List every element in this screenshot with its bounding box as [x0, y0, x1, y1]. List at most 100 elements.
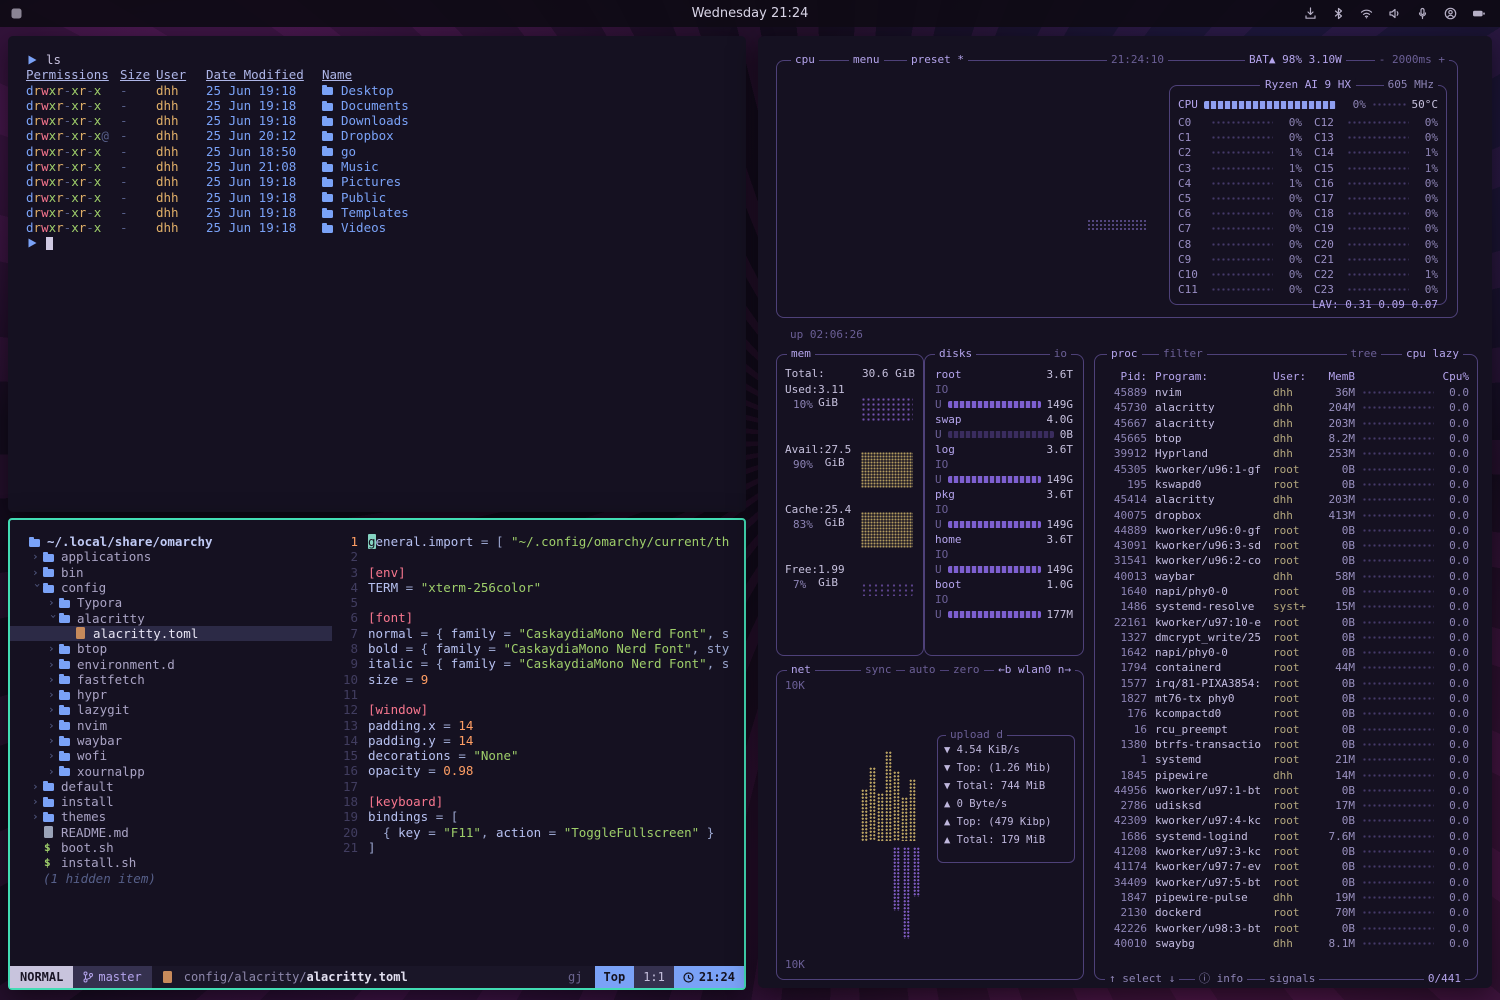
net-sync-toggle[interactable]: sync [861, 663, 896, 677]
tree-item[interactable]: › Typora [10, 595, 332, 610]
process-row[interactable]: 41208 kworker/u97:3-kc root 0B 0.0 [1103, 844, 1469, 859]
process-row[interactable]: 1380 btrfs-transactio root 0B 0.0 [1103, 737, 1469, 752]
info-button[interactable]: ⓘ info [1195, 972, 1247, 986]
neovim-window[interactable]: ~/.local/share/omarchy › applications › … [8, 518, 746, 990]
editor-line[interactable]: 1 general.import = [ "~/.config/omarchy/… [332, 534, 744, 549]
process-row[interactable]: 2130 dockerd root 70M 0.0 [1103, 905, 1469, 920]
editor-line[interactable]: 8 bold = { family = "CaskaydiaMono Nerd … [332, 641, 744, 656]
process-row[interactable]: 1827 mt76-tx phy0 root 0B 0.0 [1103, 691, 1469, 706]
process-row[interactable]: 45889 nvim dhh 36M 0.0 [1103, 385, 1469, 400]
tree-item[interactable]: install.sh [10, 855, 332, 870]
process-row[interactable]: 1 systemd root 21M 0.0 [1103, 752, 1469, 767]
net-auto-toggle[interactable]: auto [905, 663, 940, 677]
editor-line[interactable]: 11 [332, 687, 744, 702]
process-row[interactable]: 195 kswapd0 root 0B 0.0 [1103, 477, 1469, 492]
process-row[interactable]: 44956 kworker/u97:1-bt root 0B 0.0 [1103, 783, 1469, 798]
process-row[interactable]: 45730 alacritty dhh 204M 0.0 [1103, 400, 1469, 415]
editor-line[interactable]: 19 bindings = [ [332, 809, 744, 824]
tree-item[interactable]: (1 hidden item) [10, 871, 332, 886]
process-row[interactable]: 1847 pipewire-pulse dhh 19M 0.0 [1103, 890, 1469, 905]
process-row[interactable]: 42226 kworker/u98:3-bt root 0B 0.0 [1103, 920, 1469, 935]
tree-item[interactable]: › lazygit [10, 702, 332, 717]
process-row[interactable]: 45667 alacritty dhh 203M 0.0 [1103, 416, 1469, 431]
process-row[interactable]: 1486 systemd-resolve syst+ 15M 0.0 [1103, 599, 1469, 614]
process-row[interactable]: 44889 kworker/u96:0-gf root 0B 0.0 [1103, 523, 1469, 538]
btop-window[interactable]: cpu menu preset * 21:24:10 BAT▲ 98% 3.10… [758, 36, 1492, 988]
tree-item[interactable]: README.md [10, 825, 332, 840]
updates-icon[interactable] [1304, 7, 1317, 20]
tree-item[interactable]: › install [10, 794, 332, 809]
process-row[interactable]: 34409 kworker/u97:5-bt root 0B 0.0 [1103, 875, 1469, 890]
editor-line[interactable]: 21 ] [332, 840, 744, 855]
editor-line[interactable]: 6 [font] [332, 610, 744, 625]
user-icon[interactable] [1444, 7, 1457, 20]
editor-line[interactable]: 14 padding.y = 14 [332, 733, 744, 748]
process-row[interactable]: 1327 dmcrypt_write/25 root 0B 0.0 [1103, 630, 1469, 645]
tree-item[interactable]: alacritty.toml [10, 626, 332, 641]
editor-line[interactable]: 10 size = 9 [332, 672, 744, 687]
select-hint[interactable]: ↑ select ↓ [1105, 972, 1179, 986]
process-row[interactable]: 1640 napi/phy0-0 root 0B 0.0 [1103, 584, 1469, 599]
process-row[interactable]: 42309 kworker/u97:4-kc root 0B 0.0 [1103, 813, 1469, 828]
menu-button[interactable]: menu [849, 53, 884, 67]
net-zero-toggle[interactable]: zero [949, 663, 984, 677]
process-row[interactable]: 31541 kworker/u96:2-co root 0B 0.0 [1103, 553, 1469, 568]
process-row[interactable]: 1686 systemd-logind root 7.6M 0.0 [1103, 829, 1469, 844]
editor-line[interactable]: 4 TERM = "xterm-256color" [332, 580, 744, 595]
wifi-icon[interactable] [1360, 7, 1373, 20]
process-row[interactable]: 40010 swaybg dhh 8.1M 0.0 [1103, 936, 1469, 951]
process-row[interactable]: 16 rcu_preempt root 0B 0.0 [1103, 722, 1469, 737]
editor-panel[interactable]: 1 general.import = [ "~/.config/omarchy/… [332, 534, 744, 966]
editor-line[interactable]: 18 [keyboard] [332, 794, 744, 809]
process-row[interactable]: 41174 kworker/u97:7-ev root 0B 0.0 [1103, 859, 1469, 874]
process-row[interactable]: 43091 kworker/u96:3-sd root 0B 0.0 [1103, 538, 1469, 553]
process-row[interactable]: 1794 containerd root 44M 0.0 [1103, 660, 1469, 675]
process-row[interactable]: 40013 waybar dhh 58M 0.0 [1103, 569, 1469, 584]
editor-line[interactable]: 16 opacity = 0.98 [332, 763, 744, 778]
net-interface[interactable]: ←b wlan0 n→ [994, 663, 1075, 677]
process-row[interactable]: 45305 kworker/u96:1-gf root 0B 0.0 [1103, 461, 1469, 476]
process-row[interactable]: 22161 kworker/u97:10-e root 0B 0.0 [1103, 614, 1469, 629]
tree-toggle[interactable]: tree [1347, 347, 1382, 361]
microphone-icon[interactable] [1416, 7, 1429, 20]
editor-line[interactable]: 2 [332, 549, 744, 564]
battery-icon[interactable] [1472, 7, 1486, 20]
tree-item[interactable]: › config [10, 580, 332, 595]
editor-line[interactable]: 7 normal = { family = "CaskaydiaMono Ner… [332, 626, 744, 641]
io-mode-label[interactable]: io [1050, 347, 1071, 361]
volume-icon[interactable] [1388, 7, 1401, 20]
process-row[interactable]: 2786 udisksd root 17M 0.0 [1103, 798, 1469, 813]
tree-item[interactable]: › nvim [10, 718, 332, 733]
tree-item[interactable]: › xournalpp [10, 763, 332, 778]
process-row[interactable]: 39912 Hyprland dhh 253M 0.0 [1103, 446, 1469, 461]
sort-mode[interactable]: cpu lazy [1402, 347, 1463, 361]
tree-item[interactable]: › hypr [10, 687, 332, 702]
editor-line[interactable]: 12 [window] [332, 702, 744, 717]
tree-item[interactable]: › environment.d [10, 656, 332, 671]
tree-item[interactable]: › wofi [10, 748, 332, 763]
app-indicator-icon[interactable] [10, 7, 23, 20]
editor-line[interactable]: 3 [env] [332, 565, 744, 580]
tree-item[interactable]: › bin [10, 565, 332, 580]
preset-button[interactable]: preset * [907, 53, 968, 67]
signals-button[interactable]: signals [1265, 972, 1319, 986]
editor-line[interactable]: 13 padding.x = 14 [332, 718, 744, 733]
editor-line[interactable]: 20 { key = "F11", action = "ToggleFullsc… [332, 825, 744, 840]
process-row[interactable]: 1577 irq/81-PIXA3854: root 0B 0.0 [1103, 676, 1469, 691]
tree-item[interactable]: › themes [10, 809, 332, 824]
editor-line[interactable]: 5 [332, 595, 744, 610]
tree-item[interactable]: › waybar [10, 733, 332, 748]
tree-item[interactable]: › btop [10, 641, 332, 656]
editor-line[interactable]: 15 decorations = "None" [332, 748, 744, 763]
tree-item[interactable]: › fastfetch [10, 672, 332, 687]
tree-item[interactable]: › applications [10, 549, 332, 564]
bluetooth-icon[interactable] [1332, 7, 1345, 20]
tree-item[interactable]: › default [10, 779, 332, 794]
tree-item[interactable]: ~/.local/share/omarchy [10, 534, 332, 549]
process-row[interactable]: 1642 napi/phy0-0 root 0B 0.0 [1103, 645, 1469, 660]
update-interval[interactable]: - 2000ms + [1375, 53, 1449, 67]
process-row[interactable]: 45414 alacritty dhh 203M 0.0 [1103, 492, 1469, 507]
tree-item[interactable]: boot.sh [10, 840, 332, 855]
terminal-window-ls[interactable]: ls Permissions Size User Date Modified N… [8, 36, 746, 512]
filter-button[interactable]: filter [1159, 347, 1207, 361]
